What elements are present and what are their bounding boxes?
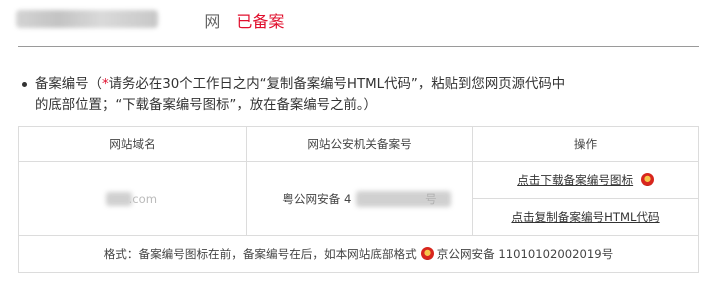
site-name: XXXXXXXXXXXXXXXXX网 <box>16 8 221 32</box>
domain-value: xxx.com <box>105 191 157 206</box>
header-record-number: 网站公安机关备案号 <box>246 126 473 162</box>
record-status: 已备案 <box>236 12 285 31</box>
record-number-value: 粤公网安备 41101020200号 <box>282 190 452 207</box>
table-row: xxx.com 粤公网安备 41101020200号 点击下载备案编号图标 <box>18 161 699 236</box>
copy-html-link[interactable]: 点击复制备案编号HTML代码 <box>511 210 659 224</box>
record-note: 备案编号（ * 请务必在30个工作日之内“复制备案编号HTML代码”，粘贴到您网… <box>22 74 702 116</box>
copy-cell: 点击复制备案编号HTML代码 <box>472 198 699 236</box>
record-number-cell: 粤公网安备 41101020200号 <box>246 161 473 236</box>
table-row: 格式：备案编号图标在前，备案编号在后，如本网站底部格式 京公网安备 1101010… <box>18 235 699 273</box>
header: XXXXXXXXXXXXXXXXX网 已备案 <box>16 8 285 32</box>
table-header-row: 网站域名 网站公安机关备案号 操作 <box>18 126 699 162</box>
domain-cell: xxx.com <box>18 161 247 236</box>
bullet-icon <box>22 82 27 87</box>
divider <box>18 46 699 47</box>
format-example: 京公网安备 11010102002019号 <box>436 247 614 261</box>
format-cell: 格式：备案编号图标在前，备案编号在后，如本网站底部格式 京公网安备 1101010… <box>18 235 699 273</box>
note-label: 备案编号（ <box>35 77 102 92</box>
format-text: 格式：备案编号图标在前，备案编号在后，如本网站底部格式 <box>103 247 417 261</box>
download-cell: 点击下载备案编号图标 <box>472 161 699 199</box>
police-emblem-icon <box>640 173 654 186</box>
download-icon-link[interactable]: 点击下载备案编号图标 <box>517 173 633 187</box>
police-emblem-icon <box>420 247 434 260</box>
note-line-2: 的底部位置；“下载备案编号图标”，放在备案编号之前。） <box>35 98 377 113</box>
header-domain: 网站域名 <box>18 126 247 162</box>
record-table: 网站域名 网站公安机关备案号 操作 xxx.com 粤公网安备 41101020… <box>18 126 699 273</box>
note-line-1: 请务必在30个工作日之内“复制备案编号HTML代码”，粘贴到您网页源代码中 <box>108 77 566 92</box>
site-name-suffix: 网 <box>204 12 221 31</box>
redacted-site-name <box>16 10 158 28</box>
header-actions: 操作 <box>472 126 699 162</box>
required-star: * <box>101 77 109 92</box>
